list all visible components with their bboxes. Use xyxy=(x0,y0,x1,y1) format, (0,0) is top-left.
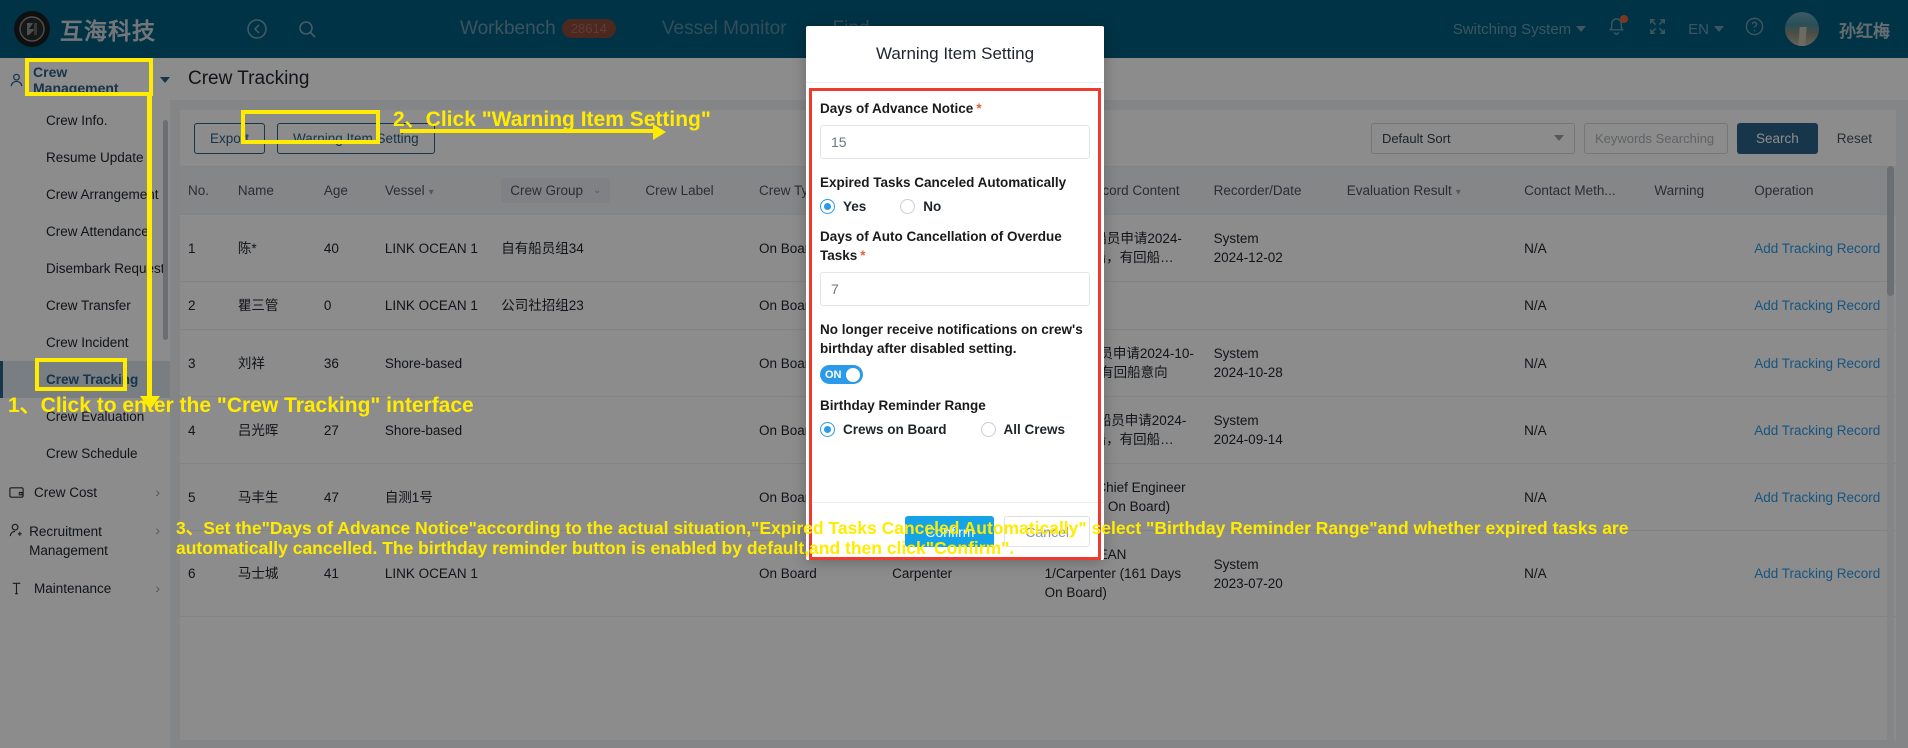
annotation-step-3-line-2: automatically cancelled. The birthday re… xyxy=(176,538,1015,558)
required-marker: * xyxy=(976,101,982,116)
radio-expired-yes[interactable]: Yes xyxy=(820,199,866,214)
auto-cancel-label: Days of Auto Cancellation of Overdue Tas… xyxy=(820,227,1090,265)
annotation-step-3-line-1: 3、Set the"Days of Advance Notice"accordi… xyxy=(176,518,1629,538)
radio-crews-on-board-label: Crews on Board xyxy=(843,422,947,437)
radio-all-crews[interactable]: All Crews xyxy=(980,422,1066,437)
advance-notice-value: 15 xyxy=(831,134,847,150)
radio-expired-yes-label: Yes xyxy=(843,199,867,214)
dialog-body: Days of Advance Notice * 15 Expired Tasks… xyxy=(806,83,1104,502)
annotation-box-crew-tracking xyxy=(35,358,127,391)
radio-dot-icon xyxy=(980,422,996,437)
auto-cancel-input[interactable]: 7 xyxy=(820,272,1090,306)
toggle-knob xyxy=(846,367,860,382)
advance-notice-input[interactable]: 15 xyxy=(820,125,1090,159)
radio-dot-icon xyxy=(820,199,835,214)
dialog-title: Warning Item Setting xyxy=(806,26,1104,83)
birthday-range-radio-group: Crews on Board All Crews xyxy=(820,422,1090,437)
birthday-note: No longer receive notifications on crew'… xyxy=(820,322,1083,356)
annotation-arrow-shaft xyxy=(147,96,152,401)
required-marker: * xyxy=(860,248,866,263)
annotation-box-warning-item-setting xyxy=(241,110,380,144)
radio-expired-no-label: No xyxy=(923,199,942,214)
radio-all-crews-label: All Crews xyxy=(1003,422,1066,437)
radio-crews-on-board[interactable]: Crews on Board xyxy=(820,422,947,437)
radio-dot-icon xyxy=(900,199,916,214)
annotation-box-crew-management xyxy=(25,58,153,96)
annotation-step-1: 1、Click to enter the "Crew Tracking" int… xyxy=(8,394,474,417)
expired-tasks-radio-group: Yes No xyxy=(820,199,1090,214)
advance-notice-text: Days of Advance Notice xyxy=(820,101,974,116)
advance-notice-label: Days of Advance Notice * xyxy=(820,99,1090,118)
annotation-step2-arrow-head xyxy=(653,124,666,140)
expired-tasks-label: Expired Tasks Canceled Automatically xyxy=(820,175,1067,190)
auto-cancel-value: 7 xyxy=(831,281,839,297)
auto-cancel-text: Days of Auto Cancellation of Overdue Tas… xyxy=(820,229,1062,263)
birthday-reminder-toggle[interactable]: ON xyxy=(820,365,863,384)
warning-item-setting-dialog: Warning Item Setting Days of Advance Not… xyxy=(806,26,1104,560)
toggle-state-label: ON xyxy=(825,368,842,381)
annotation-step2-arrow-shaft xyxy=(400,129,655,133)
radio-dot-icon xyxy=(820,422,835,437)
radio-expired-no[interactable]: No xyxy=(900,199,941,214)
birthday-range-label: Birthday Reminder Range xyxy=(820,398,986,413)
